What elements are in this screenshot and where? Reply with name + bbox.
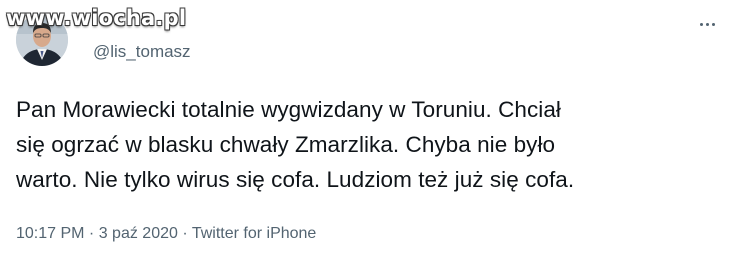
tweet-time[interactable]: 10:17 PM xyxy=(16,225,84,242)
tweet-card: @lis_tomasz www.wiocha.pl Pan Morawiecki… xyxy=(0,0,733,260)
tweet-text-line: Pan Morawiecki totalnie wygwizdany w Tor… xyxy=(16,97,561,122)
ellipsis-dot xyxy=(711,22,715,26)
ellipsis-dot xyxy=(705,22,709,26)
tweet-metadata: 10:17 PM · 3 paź 2020 · Twitter for iPho… xyxy=(16,224,316,244)
site-watermark: www.wiocha.pl xyxy=(6,6,187,30)
meta-separator: · xyxy=(84,225,99,242)
tweet-text-line: się ogrzać w blasku chwały Zmarzlika. Ch… xyxy=(16,132,556,157)
author-handle[interactable]: @lis_tomasz xyxy=(93,42,191,62)
tweet-text-line: warto. Nie tylko wirus się cofa. Ludziom… xyxy=(16,167,575,192)
tweet-date[interactable]: 3 paź 2020 xyxy=(99,225,178,242)
tweet-source[interactable]: Twitter for iPhone xyxy=(192,225,317,242)
more-options-button[interactable] xyxy=(697,14,717,34)
tweet-text: Pan Morawiecki totalnie wygwizdany w Tor… xyxy=(16,92,721,197)
ellipsis-dot xyxy=(699,22,703,26)
meta-separator: · xyxy=(177,225,192,242)
